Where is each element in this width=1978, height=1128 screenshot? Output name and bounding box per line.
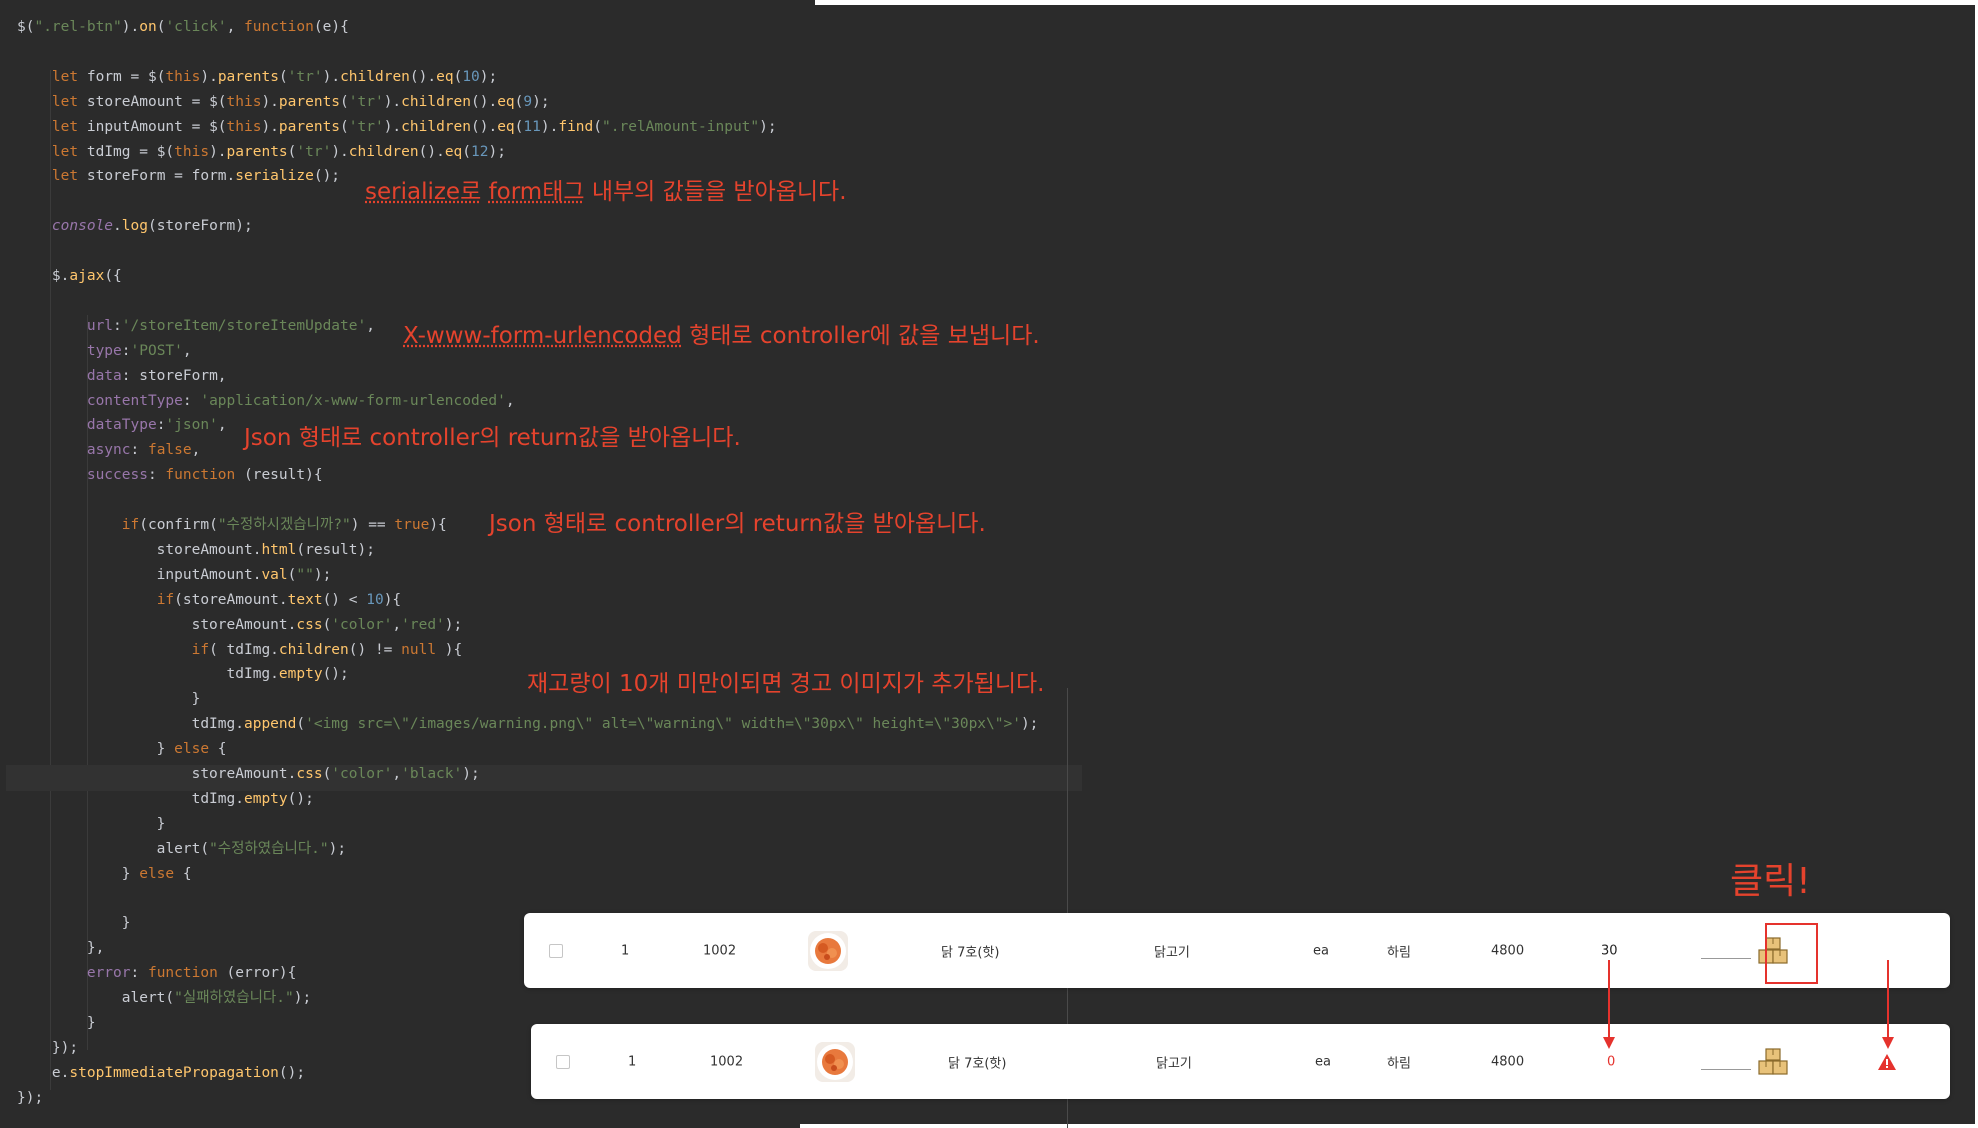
code-line: dataType:'json',	[86, 417, 227, 434]
arrowhead-warning	[1882, 1037, 1894, 1049]
code-line: } else {	[17, 865, 192, 882]
row-checkbox[interactable]	[549, 943, 563, 958]
code-line: alert("수정하였습니다.");	[17, 840, 347, 857]
arrow-stock	[1608, 960, 1610, 1045]
code-line: async: false,	[86, 442, 201, 459]
product-thumbnail	[808, 930, 848, 971]
annotation-urlencoded-term: X-www-form-urlencoded	[403, 323, 682, 349]
code-line: $.ajax({	[17, 268, 122, 284]
release-button[interactable]	[1757, 1047, 1789, 1077]
product-thumbnail	[815, 1041, 855, 1082]
product-unit: ea	[1313, 943, 1329, 958]
release-amount-input[interactable]	[1701, 958, 1751, 959]
annotation-json-return-2: Json 형태로 controller의 return값을 받아옵니다.	[489, 511, 986, 537]
white-strip-bottom	[800, 1124, 1978, 1128]
click-label: 클릭!	[1730, 861, 1811, 902]
code-line: url:'/storeItem/storeItemUpdate',	[86, 317, 375, 334]
code-line: }	[17, 691, 201, 708]
release-amount-input[interactable]	[1701, 1069, 1751, 1070]
row-checkbox[interactable]	[556, 1054, 570, 1069]
code-line: contentType: 'application/x-www-form-url…	[86, 392, 515, 409]
code-line: tdImg.empty();	[17, 790, 314, 807]
row-number: 1	[628, 1054, 637, 1069]
product-name: 닭 7호(핫)	[941, 945, 1000, 960]
code-line: },	[17, 940, 105, 957]
code-line: storeAmount.css('color','red');	[17, 616, 463, 633]
arrowhead-stock	[1603, 1037, 1615, 1049]
annotation-form-term: form태그	[488, 179, 585, 205]
code-line: let storeForm = form.serialize();	[51, 168, 341, 185]
code-line: if(confirm("수정하시겠습니까?") == true){	[121, 517, 447, 533]
product-price: 4800	[1491, 1054, 1525, 1069]
code-line: let tdImg = $(this).parents('tr').childr…	[51, 143, 506, 160]
stock-amount: 0	[1607, 1054, 1616, 1069]
code-line: storeAmount.css('color','black');	[17, 766, 480, 782]
click-highlight-box	[1765, 923, 1818, 984]
product-brand: 하림	[1387, 945, 1411, 960]
warning-icon	[1877, 1053, 1897, 1071]
code-line: });	[17, 1089, 44, 1106]
item-code: 1002	[710, 1054, 744, 1069]
annotation-serialize-text: 내부의 값들을 받아옵니다.	[591, 179, 847, 205]
table-row: 1 1002 닭 7호(핫) 닭고기 ea 하림 4800 0	[531, 1024, 1950, 1099]
row-number: 1	[621, 943, 630, 958]
code-line: type:'POST',	[86, 342, 192, 359]
stock-amount: 30	[1601, 943, 1618, 958]
code-line: $(".rel-btn").on('click', function(e){	[17, 19, 349, 35]
food-image	[810, 932, 846, 969]
code-line: }	[17, 915, 131, 932]
item-code: 1002	[703, 943, 737, 958]
food-image	[817, 1043, 853, 1080]
arrow-warning	[1887, 960, 1889, 1045]
code-line: console.log(storeForm);	[51, 218, 253, 235]
code-line: }	[17, 815, 166, 832]
annotation-json-return: Json 형태로 controller의 return값을 받아옵니다.	[244, 425, 741, 451]
annotation-urlencoded: X-www-form-urlencoded 형태로 controller에 값을…	[403, 316, 1040, 350]
code-line: if(storeAmount.text() < 10){	[156, 591, 402, 608]
code-line: alert("실패하였습니다.");	[17, 990, 312, 1007]
product-category: 닭고기	[1154, 945, 1190, 960]
product-unit: ea	[1315, 1054, 1331, 1069]
code-line: data: storeForm,	[86, 367, 227, 384]
code-line: let storeAmount = $(this).parents('tr').…	[51, 93, 550, 110]
code-line: storeAmount.html(result);	[17, 541, 375, 558]
code-line: });	[17, 1039, 79, 1056]
code-line: if( tdImg.children() != null ){	[191, 641, 463, 658]
product-brand: 하림	[1387, 1056, 1411, 1071]
product-category: 닭고기	[1156, 1056, 1192, 1071]
boxes-icon	[1758, 1047, 1788, 1075]
product-price: 4800	[1491, 943, 1525, 958]
code-line: }	[17, 1015, 96, 1031]
annotation-serialize: serialize로 form태그 내부의 값들을 받아옵니다.	[365, 172, 847, 206]
white-strip-top	[815, 0, 1978, 5]
table-row: 1 1002 닭 7호(핫) 닭고기 ea 하림 4800 30	[524, 913, 1950, 988]
annotation-urlencoded-text: 형태로 controller에 값을 보냅니다.	[689, 323, 1040, 349]
code-line: tdImg.append('<img src=\"/images/warning…	[17, 716, 1039, 733]
annotation-serialize-term: serialize로	[365, 179, 482, 205]
code-line: error: function (error){	[86, 965, 297, 982]
code-line: inputAmount.val("");	[17, 566, 332, 583]
annotation-stock-warning: 재고량이 10개 미만이되면 경고 이미지가 추가됩니다.	[527, 671, 1045, 697]
code-line: } else {	[17, 741, 227, 758]
product-name: 닭 7호(핫)	[948, 1056, 1007, 1071]
code-line: success: function (result){	[86, 467, 323, 484]
code-line: tdImg.empty();	[17, 666, 349, 683]
code-line: let inputAmount = $(this).parents('tr').…	[51, 118, 777, 135]
code-line: e.stopImmediatePropagation();	[17, 1064, 306, 1081]
code-line: let form = $(this).parents('tr').childre…	[51, 68, 498, 85]
